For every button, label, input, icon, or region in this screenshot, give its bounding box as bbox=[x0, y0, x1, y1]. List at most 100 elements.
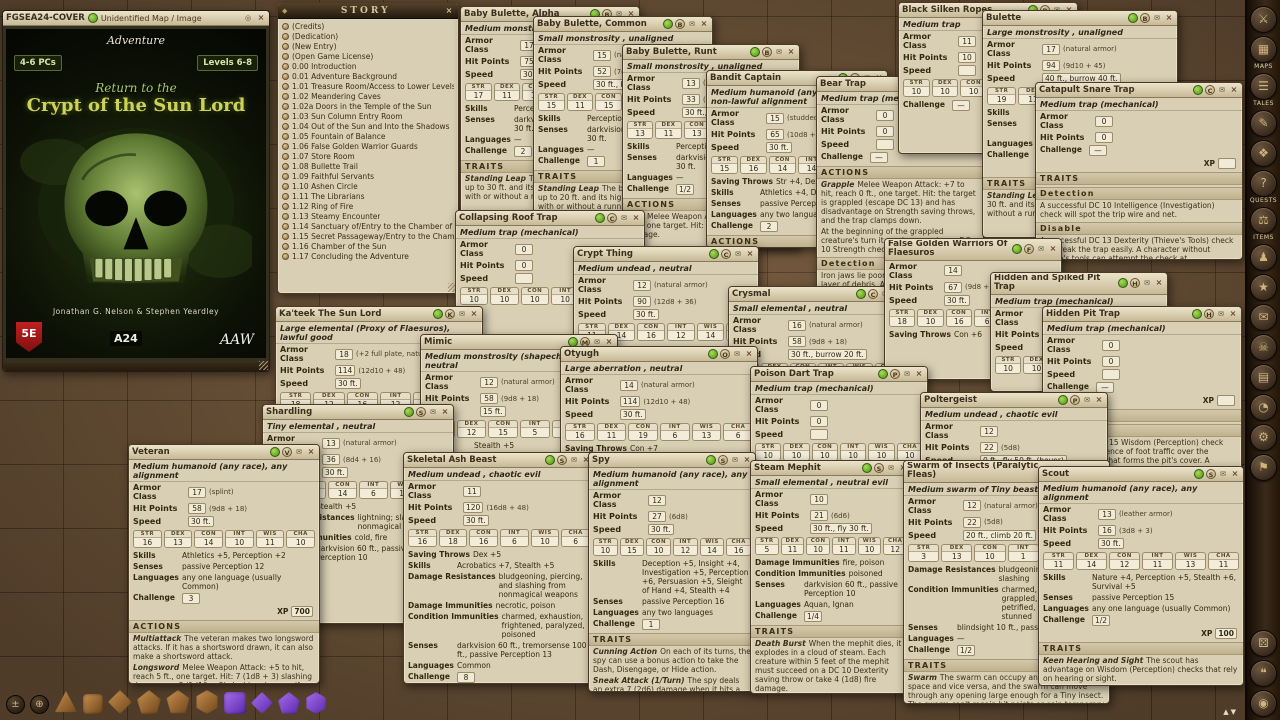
ability-dex[interactable]: DEX10 bbox=[783, 443, 809, 461]
ability-con[interactable]: CON15 bbox=[488, 420, 518, 438]
ability-dex[interactable]: DEX14 bbox=[1076, 552, 1107, 570]
window-titlebar[interactable]: Catapult Snare TrapC✉× bbox=[1036, 83, 1242, 98]
stat-value[interactable]: 13 bbox=[1098, 509, 1116, 520]
window-titlebar[interactable]: FGSEA24-COVER Unidentified Map / Image ◎… bbox=[3, 11, 269, 26]
ability-int[interactable]: INT6 bbox=[500, 529, 529, 547]
ability-con[interactable]: CON10 bbox=[974, 544, 1005, 562]
story-item[interactable]: 1.13 Steamy Encounter bbox=[281, 211, 455, 221]
chat-icon[interactable]: ✉ bbox=[1152, 13, 1162, 23]
stat-value[interactable]: 58 bbox=[788, 336, 806, 347]
stat-value[interactable]: 16 bbox=[788, 320, 806, 331]
die-d6[interactable] bbox=[83, 694, 103, 714]
token-icon[interactable]: B bbox=[675, 19, 685, 29]
chat-icon[interactable]: ✉ bbox=[886, 463, 896, 473]
stat-value[interactable]: 27 bbox=[648, 511, 666, 522]
link-icon[interactable] bbox=[1012, 244, 1022, 254]
close-icon[interactable]: × bbox=[786, 47, 796, 57]
stat-value[interactable]: 17 bbox=[188, 487, 206, 498]
stat-value[interactable]: 0 bbox=[876, 110, 894, 121]
stat-value[interactable]: 30 ft., fly 30 ft. bbox=[810, 523, 872, 534]
ability-con[interactable]: CON10 bbox=[812, 443, 838, 461]
link-icon[interactable] bbox=[1118, 278, 1128, 288]
stat-value[interactable]: 15 ft. bbox=[480, 406, 506, 417]
stat-value[interactable]: 58 bbox=[480, 393, 498, 404]
token-icon[interactable]: K bbox=[445, 309, 455, 319]
token-icon[interactable]: F bbox=[1024, 244, 1034, 254]
ability-cha[interactable]: CHA6 bbox=[561, 529, 590, 547]
stat-value[interactable]: 14 bbox=[944, 265, 962, 276]
stat-value[interactable]: 17 bbox=[1042, 44, 1060, 55]
resize-handle[interactable] bbox=[259, 361, 268, 370]
close-icon[interactable]: × bbox=[440, 407, 450, 417]
stat-value[interactable]: 15 bbox=[766, 113, 784, 124]
story-item[interactable]: 1.06 False Golden Warrior Guards bbox=[281, 141, 455, 151]
story-item[interactable]: 1.17 Concluding the Adventure bbox=[281, 251, 455, 261]
stat-value[interactable]: 21 bbox=[810, 510, 828, 521]
chat-icon[interactable]: ✉ bbox=[687, 19, 697, 29]
stat-value[interactable]: 30 ft. bbox=[633, 309, 659, 320]
stat-value[interactable]: 0 bbox=[876, 126, 894, 137]
ability-str[interactable]: STR17 bbox=[465, 83, 492, 101]
link-icon[interactable] bbox=[1192, 309, 1202, 319]
stat-value[interactable]: 114 bbox=[620, 396, 640, 407]
ability-dex[interactable]: DEX15 bbox=[620, 538, 645, 556]
story-item[interactable]: (Credits) bbox=[281, 21, 455, 31]
link-icon[interactable] bbox=[595, 213, 605, 223]
story-item[interactable]: 0.01 Adventure Background bbox=[281, 71, 455, 81]
ability-int[interactable]: INT12 bbox=[673, 538, 698, 556]
close-icon[interactable]: × bbox=[306, 447, 316, 457]
token-icon[interactable]: B bbox=[1140, 13, 1150, 23]
ability-wis[interactable]: WIS14 bbox=[697, 323, 725, 341]
zoom-icon[interactable]: ◎ bbox=[243, 13, 253, 23]
window-titlebar[interactable]: ◆ STORY × bbox=[278, 3, 458, 19]
token-icon[interactable]: S bbox=[557, 455, 567, 465]
sidebar-combat-tracker-button[interactable]: ⚔ bbox=[1250, 6, 1277, 33]
token-icon[interactable]: C bbox=[1205, 85, 1215, 95]
window-titlebar[interactable]: CrysmalC✉× bbox=[729, 287, 905, 302]
ability-int[interactable]: INT11 bbox=[1142, 552, 1173, 570]
window-titlebar[interactable]: ScoutS✉× bbox=[1039, 467, 1243, 482]
link-icon[interactable] bbox=[706, 455, 716, 465]
sidebar-tales-button[interactable]: ☰ bbox=[1250, 73, 1277, 100]
chat-icon[interactable]: ✉ bbox=[569, 455, 579, 465]
ability-con[interactable]: CON14 bbox=[769, 156, 796, 174]
ability-cha[interactable]: CHA6 bbox=[723, 423, 753, 441]
window-titlebar[interactable]: SpyS✉× bbox=[589, 453, 755, 468]
link-icon[interactable] bbox=[404, 407, 414, 417]
stat-value[interactable]: 30 ft. bbox=[322, 467, 348, 478]
close-icon[interactable]: × bbox=[1164, 13, 1174, 23]
stat-value[interactable]: 0 bbox=[810, 400, 828, 411]
link-icon[interactable] bbox=[1193, 85, 1203, 95]
ability-con[interactable]: CON15 bbox=[595, 93, 622, 111]
story-item[interactable]: 1.15 Secret Passageway/Entry to the Cham… bbox=[281, 231, 455, 241]
stat-value[interactable]: 14 bbox=[620, 380, 638, 391]
ability-str[interactable]: STR19 bbox=[987, 87, 1016, 105]
stat-value[interactable]: 114 bbox=[335, 365, 355, 376]
ability-dex[interactable]: DEX13 bbox=[941, 544, 972, 562]
ability-str[interactable]: STR13 bbox=[627, 121, 653, 139]
link-icon[interactable] bbox=[1058, 395, 1068, 405]
stat-value[interactable]: 12 bbox=[648, 495, 666, 506]
die-d12[interactable] bbox=[166, 690, 190, 714]
sidebar-options-button[interactable]: ⚙ bbox=[1250, 424, 1277, 451]
close-icon[interactable]: × bbox=[444, 6, 454, 16]
stat-value[interactable]: 90 bbox=[633, 296, 651, 307]
chat-icon[interactable]: ✉ bbox=[428, 407, 438, 417]
close-icon[interactable]: × bbox=[631, 213, 641, 223]
window-titlebar[interactable]: Baby Bulette, CommonB✉× bbox=[534, 17, 712, 32]
stat-value[interactable] bbox=[876, 139, 894, 150]
story-item[interactable]: 1.12 Ring of Fire bbox=[281, 201, 455, 211]
die-d4[interactable] bbox=[54, 690, 78, 714]
stat-value[interactable]: 0 bbox=[515, 244, 533, 255]
chat-icon[interactable]: ✉ bbox=[457, 309, 467, 319]
statblock-window-spy[interactable]: SpyS✉×Medium humanoid (any race), any al… bbox=[588, 452, 756, 692]
sidebar-quests-button[interactable]: ? bbox=[1250, 170, 1277, 197]
ability-con[interactable]: CON16 bbox=[469, 529, 498, 547]
chat-icon[interactable]: ✉ bbox=[1036, 244, 1046, 254]
sidebar-lighting-button[interactable]: ◉ bbox=[1250, 690, 1277, 717]
statblock-window-skeletal-ash-beast[interactable]: Skeletal Ash BeastS✉×Medium undead , cha… bbox=[403, 452, 595, 684]
stat-value[interactable]: 12 bbox=[480, 377, 498, 388]
token-icon[interactable]: S bbox=[416, 407, 426, 417]
ability-str[interactable]: STR15 bbox=[538, 93, 565, 111]
stat-value[interactable]: 30 ft., burrow 20 ft. bbox=[788, 349, 867, 360]
